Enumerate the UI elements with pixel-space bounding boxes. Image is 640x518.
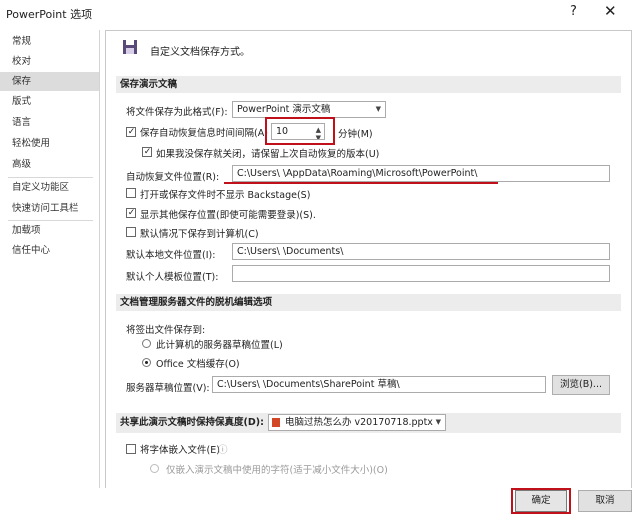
help-icon[interactable]: ? [570, 4, 577, 19]
radio-office-cache[interactable] [142, 358, 151, 367]
highlight-box-minutes [265, 117, 335, 145]
section-offline-editing: 文档管理服务器文件的脱机编辑选项 [116, 294, 621, 311]
window-title: PowerPoint 选项 [6, 8, 93, 21]
browse-button[interactable]: 浏览(B)... [552, 375, 610, 395]
title-bar: PowerPoint 选项 ? ✕ [0, 0, 640, 26]
autorecover-checkbox[interactable] [126, 127, 136, 137]
save-to-computer-label: 默认情况下保存到计算机(C) [140, 229, 259, 240]
radio-embed-used-chars [150, 464, 159, 473]
radio-server-drafts[interactable] [142, 339, 151, 348]
sidebar-item-layout[interactable]: 版式 [0, 92, 99, 111]
dialog-footer: 确定 取消 [0, 488, 640, 518]
sidebar-item-general[interactable]: 常规 [0, 32, 99, 51]
sidebar-item-customize-ribbon[interactable]: 自定义功能区 [0, 178, 99, 197]
fidelity-file-dropdown[interactable]: 电脑过热怎么办 v20170718.pptx ▼ [268, 414, 446, 431]
fidelity-label: 共享此演示文稿时保持保真度(D): [120, 417, 264, 428]
chevron-down-icon: ▼ [375, 105, 381, 113]
page-title: 自定义文档保存方式。 [150, 47, 250, 58]
show-additional-places-checkbox[interactable] [126, 208, 136, 218]
info-icon: ⓘ [218, 445, 228, 456]
radio-server-drafts-label: 此计算机的服务器草稿位置(L) [156, 340, 283, 351]
chevron-down-icon: ▼ [435, 418, 441, 426]
sidebar: 常规 校对 保存 版式 语言 轻松使用 高级 自定义功能区 快速访问工具栏 加载… [0, 30, 100, 518]
default-local-location-label: 默认本地文件位置(I): [126, 250, 216, 261]
sidebar-item-language[interactable]: 语言 [0, 113, 99, 132]
autorecover-location-label: 自动恢复文件位置(R): [126, 172, 220, 183]
dont-show-backstage-checkbox[interactable] [126, 188, 136, 198]
server-drafts-location-label: 服务器草稿位置(V): [126, 383, 210, 394]
sidebar-item-quick-access-toolbar[interactable]: 快速访问工具栏 [0, 199, 99, 218]
cancel-button[interactable]: 取消 [578, 490, 632, 512]
personal-templates-input[interactable] [232, 265, 610, 282]
keep-last-autosaved-checkbox[interactable] [142, 147, 152, 157]
embed-used-chars-label: 仅嵌入演示文稿中使用的字符(适于减小文件大小)(O) [166, 465, 388, 476]
show-additional-places-label: 显示其他保存位置(即使可能需要登录)(S). [140, 210, 316, 221]
save-checkout-label: 将签出文件保存到: [126, 325, 206, 336]
save-format-value: PowerPoint 演示文稿 [237, 104, 331, 115]
sidebar-item-addins[interactable]: 加载项 [0, 221, 99, 240]
server-drafts-location-input[interactable]: C:\Users\ \Documents\SharePoint 草稿\ [212, 376, 546, 393]
save-options-panel: 自定义文档保存方式。 保存演示文稿 将文件保存为此格式(F): PowerPoi… [105, 30, 632, 490]
section-save-presentations: 保存演示文稿 [116, 76, 621, 93]
default-local-location-value: C:\Users\ \Documents\ [237, 246, 344, 257]
embed-fonts-label: 将字体嵌入文件(E) [140, 445, 220, 456]
save-to-computer-checkbox[interactable] [126, 227, 136, 237]
sidebar-item-accessibility[interactable]: 轻松使用 [0, 134, 99, 153]
minutes-label: 分钟(M) [338, 129, 373, 140]
save-format-label: 将文件保存为此格式(F): [126, 107, 228, 118]
autorecover-location-input[interactable]: C:\Users\ \AppData\Roaming\Microsoft\Pow… [232, 165, 610, 182]
highlight-box-ok [511, 488, 571, 514]
save-floppy-icon [123, 40, 137, 54]
sidebar-item-proofing[interactable]: 校对 [0, 52, 99, 71]
save-format-dropdown[interactable]: PowerPoint 演示文稿 ▼ [232, 101, 386, 118]
embed-fonts-checkbox[interactable] [126, 444, 136, 454]
fidelity-file-value: 电脑过热怎么办 v20170718.pptx [285, 417, 433, 428]
autorecover-label: 保存自动恢复信息时间间隔(A) [140, 128, 268, 139]
server-drafts-location-value: C:\Users\ \Documents\SharePoint 草稿\ [217, 379, 400, 390]
highlight-underline-location [224, 182, 498, 184]
dont-show-backstage-label: 打开或保存文件时不显示 Backstage(S) [140, 190, 311, 201]
sidebar-item-advanced[interactable]: 高级 [0, 155, 99, 174]
radio-office-cache-label: Office 文档缓存(O) [156, 359, 240, 370]
sidebar-item-trust-center[interactable]: 信任中心 [0, 241, 99, 260]
autorecover-location-value: C:\Users\ \AppData\Roaming\Microsoft\Pow… [237, 168, 478, 179]
sidebar-item-save[interactable]: 保存 [0, 72, 99, 91]
default-local-location-input[interactable]: C:\Users\ \Documents\ [232, 243, 610, 260]
personal-templates-label: 默认个人模板位置(T): [126, 272, 219, 283]
keep-last-autosaved-label: 如果我没保存就关闭，请保留上次自动恢复的版本(U) [156, 149, 380, 160]
close-icon[interactable]: ✕ [604, 2, 617, 20]
pptx-file-icon [272, 418, 280, 427]
